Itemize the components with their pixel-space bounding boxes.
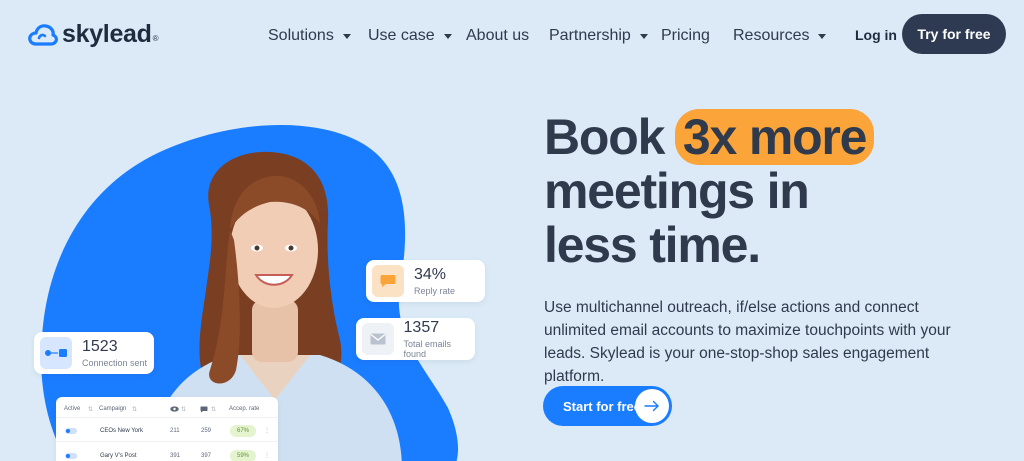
- arrow-right-icon: [635, 389, 669, 423]
- active-toggle[interactable]: [65, 453, 77, 459]
- caret-down-icon: [818, 33, 827, 39]
- reply-rate-card: 34% Reply rate: [366, 260, 485, 302]
- comment-icon: [200, 406, 208, 415]
- nav-item-label: Use case: [368, 27, 435, 44]
- start-for-free-button[interactable]: Start for free: [543, 386, 672, 426]
- active-toggle[interactable]: [65, 428, 77, 434]
- caret-down-icon: [443, 33, 452, 39]
- nav-item-solutions[interactable]: Solutions: [268, 27, 351, 45]
- nav-item-label: About us: [466, 27, 530, 44]
- views-count: 391: [170, 453, 181, 459]
- column-header-active: Active: [64, 406, 81, 412]
- cloud-logo-icon: [28, 23, 58, 46]
- caret-down-icon: [639, 33, 648, 39]
- sort-icon: ⇅: [181, 407, 187, 413]
- chat-bubble-icon: [372, 265, 404, 297]
- nav-item-resources[interactable]: Resources: [733, 27, 827, 45]
- envelope-icon: [362, 323, 394, 355]
- nav-item-label: Partnership: [549, 27, 631, 44]
- more-options-icon[interactable]: ⋮: [264, 452, 270, 459]
- emails-found-card: 1357 Total emails found: [356, 318, 475, 360]
- connections-value: 1523: [82, 337, 118, 355]
- divider: [56, 441, 278, 442]
- emails-found-label: Total emails found: [403, 338, 452, 359]
- campaign-name[interactable]: Gary V's Post: [100, 453, 137, 459]
- nav-item-use-case[interactable]: Use case: [368, 27, 452, 45]
- reply-rate-label: Reply rate: [414, 285, 456, 296]
- headline-text: Book: [544, 109, 677, 165]
- sort-icon: ⇅: [132, 407, 138, 413]
- login-link[interactable]: Log in: [855, 27, 897, 43]
- connections-label: Connection sent: [82, 357, 148, 368]
- acceptance-rate-badge: 59%: [230, 450, 256, 461]
- column-header-acceptance-rate: Accep. rate: [229, 406, 260, 412]
- more-options-icon[interactable]: ⋮: [264, 427, 270, 434]
- nav-item-about-us[interactable]: About us: [466, 27, 529, 45]
- sort-icon: ⇅: [88, 407, 94, 413]
- top-nav: skylead ® Solutions Use case About us Pa…: [0, 0, 1024, 70]
- caret-down-icon: [342, 33, 351, 39]
- start-button-label: Start for free: [563, 398, 642, 414]
- views-count: 211: [170, 428, 180, 434]
- divider: [56, 417, 278, 418]
- column-header-campaign: Campaign: [99, 406, 127, 412]
- nav-item-partnership[interactable]: Partnership: [549, 27, 648, 45]
- hero-headline: Book 3x more meetings in less time.: [544, 109, 875, 273]
- nav-item-label: Pricing: [661, 27, 710, 44]
- headline-line-2: meetings in: [544, 163, 810, 219]
- nav-item-label: Solutions: [268, 27, 334, 44]
- campaign-table: Active ⇅ Campaign ⇅ ⇅ ⇅ Accep. rate CEOs…: [56, 397, 278, 461]
- replies-count: 397: [201, 453, 212, 459]
- reply-rate-value: 34%: [414, 265, 447, 283]
- headline-line-1: Book 3x more: [544, 109, 875, 165]
- eye-icon: [170, 406, 179, 414]
- headline-line-3: less time.: [544, 217, 761, 273]
- campaign-name[interactable]: CEOs New York: [100, 428, 143, 434]
- brand-name: skylead: [62, 20, 152, 48]
- headline-highlight: 3x more: [674, 109, 875, 165]
- acceptance-rate-badge: 67%: [230, 425, 256, 437]
- emails-found-value: 1357: [403, 318, 440, 336]
- connection-icon: [40, 337, 72, 369]
- replies-count: 259: [201, 428, 212, 434]
- registered-mark: ®: [152, 34, 159, 43]
- hero-description: Use multichannel outreach, if/else actio…: [544, 299, 951, 385]
- logo[interactable]: skylead ®: [28, 20, 159, 49]
- try-for-free-button[interactable]: Try for free: [902, 14, 1006, 54]
- nav-item-label: Resources: [733, 27, 810, 44]
- sort-icon: ⇅: [211, 407, 217, 413]
- connections-card: 1523 Connection sent: [34, 332, 154, 374]
- nav-item-pricing[interactable]: Pricing: [661, 27, 710, 45]
